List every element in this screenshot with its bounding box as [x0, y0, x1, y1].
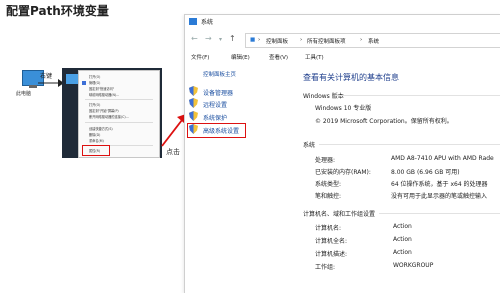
section-divider	[379, 213, 500, 214]
spec-value: 8.00 GB (6.96 GB 可用)	[391, 169, 460, 176]
context-menu-item[interactable]: 打开(O)	[89, 74, 100, 79]
shield-icon	[82, 81, 86, 85]
shield-icon	[189, 98, 198, 108]
spec-label: 系统类型:	[315, 181, 342, 188]
spec-value: 64 位操作系统，基于 x64 的处理器	[391, 181, 488, 188]
control-panel-home-link[interactable]: 控制面板主页	[203, 70, 236, 78]
control-panel-icon: ■	[250, 37, 256, 43]
spec-value: 没有可用于此显示器的笔或触控输入	[391, 193, 488, 200]
context-menu-item[interactable]: 管理(G)	[89, 80, 100, 85]
page-title: 查看有关计算机的基本信息	[303, 73, 399, 82]
navigation-bar: ← → ▾ ↑ ■ › 控制面板 › 所有控制面板项 › 系统	[185, 31, 500, 49]
advanced-settings-highlight-box	[187, 123, 246, 138]
slide-title: 配置Path环境变量	[6, 4, 109, 18]
menu-divider	[85, 122, 153, 123]
menu-divider	[85, 99, 153, 100]
forward-arrow-icon[interactable]: →	[205, 34, 212, 43]
breadcrumb-item[interactable]: 控制面板	[266, 37, 288, 45]
context-menu-item[interactable]: 映射网络驱动器(N)...	[89, 92, 119, 97]
computer-value: Action	[393, 223, 412, 230]
click-caption: 点击	[166, 148, 180, 156]
shield-icon	[189, 111, 198, 121]
menu-bar: 文件(F) 编辑(E) 查看(V) 工具(T)	[185, 51, 500, 63]
computer-value: Action	[393, 236, 412, 243]
properties-highlight-box	[82, 145, 110, 156]
context-menu-item[interactable]: 固定到"快速访问"	[89, 86, 114, 91]
computer-value: Action	[393, 249, 412, 256]
menu-edit[interactable]: 编辑(E)	[231, 53, 250, 61]
section-divider	[319, 144, 500, 145]
context-menu-item[interactable]: 断开网络驱动器的连接(C)...	[89, 114, 129, 119]
computer-icon	[66, 74, 78, 84]
section-divider	[335, 95, 500, 96]
context-menu-item[interactable]: 创建快捷方式(S)	[89, 126, 113, 131]
up-arrow-icon[interactable]: ↑	[229, 34, 236, 43]
computer-value: WORKGROUP	[393, 262, 434, 269]
copyright-text: © 2019 Microsoft Corporation。保留所有权利。	[315, 118, 453, 125]
context-menu-item[interactable]: 删除(D)	[89, 132, 100, 137]
computer-label: 计算机名:	[315, 225, 342, 232]
windows-edition-value: Windows 10 专业版	[315, 105, 372, 112]
system-window: 系统 ← → ▾ ↑ ■ › 控制面板 › 所有控制面板项 › 系统 文件(F)…	[184, 14, 500, 293]
arrow-right-icon	[38, 79, 64, 87]
menu-file[interactable]: 文件(F)	[191, 53, 209, 61]
desktop-icon-label: 此电脑	[16, 91, 32, 97]
system-heading: 系统	[303, 142, 316, 149]
computer-label: 计算机描述:	[315, 251, 348, 258]
window-title: 系统	[201, 19, 214, 26]
computer-name-heading: 计算机名、域和工作组设置	[303, 211, 376, 218]
menu-tools[interactable]: 工具(T)	[305, 53, 324, 61]
system-icon	[189, 18, 197, 25]
system-protection-link[interactable]: 系统保护	[203, 113, 227, 122]
context-menu-item[interactable]: 打开(O)	[89, 102, 100, 107]
address-bar[interactable]: ■ › 控制面板 › 所有控制面板项 › 系统	[245, 33, 500, 48]
spec-label: 已安装的内存(RAM):	[315, 169, 371, 176]
spec-label: 笔和触控:	[315, 193, 342, 200]
computer-label: 计算机全名:	[315, 238, 348, 245]
device-manager-link[interactable]: 设备管理器	[203, 88, 233, 97]
spec-label: 处理器:	[315, 157, 336, 164]
spec-value: AMD A8-7410 APU with AMD Rade	[391, 155, 494, 162]
computer-label: 工作组:	[315, 264, 336, 271]
context-menu-item[interactable]: 重命名(M)	[89, 138, 104, 143]
shield-icon	[189, 86, 198, 96]
menu-view[interactable]: 查看(V)	[269, 53, 288, 61]
back-arrow-icon[interactable]: ←	[191, 34, 198, 43]
breadcrumb-item[interactable]: 系统	[368, 37, 379, 45]
chevron-down-icon[interactable]: ▾	[219, 36, 222, 43]
title-bar: 系统	[185, 15, 500, 29]
remote-settings-link[interactable]: 远程设置	[203, 100, 227, 109]
context-menu-item[interactable]: 固定到"开始"屏幕(P)	[89, 108, 119, 113]
breadcrumb-item[interactable]: 所有控制面板项	[307, 37, 346, 45]
